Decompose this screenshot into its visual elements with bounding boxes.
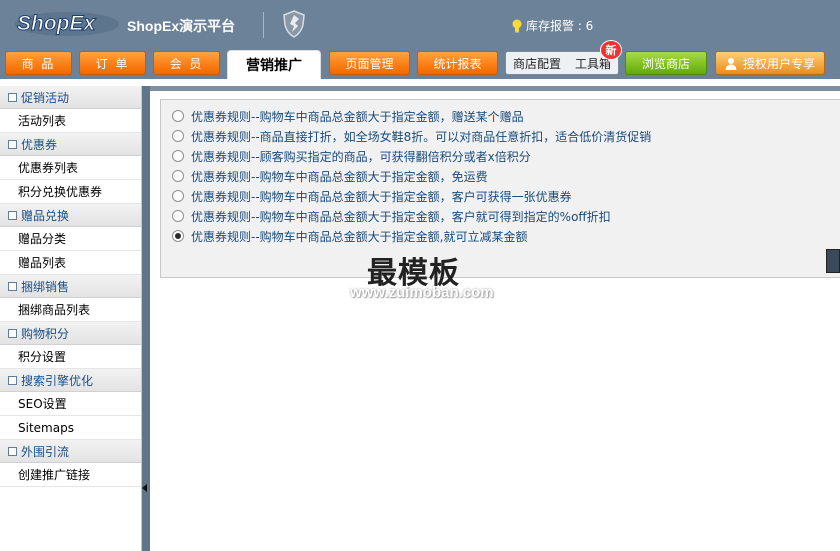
collapse-box-icon: [8, 92, 17, 102]
sidebar-group[interactable]: 赠品兑换: [0, 204, 141, 227]
sidebar-item[interactable]: 创建推广链接: [0, 463, 141, 487]
shield-icon[interactable]: [282, 10, 306, 38]
coupon-rule-option[interactable]: 优惠券规则--购物车中商品总金额大于指定金额,就可立减某金额: [172, 227, 527, 245]
tab-store-config[interactable]: 商店配置: [513, 55, 561, 72]
sidebar-group[interactable]: 购物积分: [0, 322, 141, 345]
user-icon: [725, 57, 737, 70]
sidebar-group-title: 外围引流: [21, 444, 70, 459]
collapse-box-icon: [8, 281, 17, 291]
coupon-rule-option[interactable]: 优惠券规则--顾客购买指定的商品，可获得翻倍积分或者x倍积分: [172, 147, 531, 165]
radio-button[interactable]: [172, 130, 184, 142]
sidebar-item[interactable]: 积分设置: [0, 345, 141, 369]
new-badge: 新: [600, 40, 622, 60]
tab-authorized-users-label: 授权用户专享: [742, 56, 815, 71]
lightbulb-icon: [512, 19, 522, 32]
collapse-box-icon: [8, 139, 17, 149]
sidebar-group[interactable]: 捆绑销售: [0, 275, 141, 298]
sidebar-splitter[interactable]: [142, 86, 150, 551]
header-divider: [263, 12, 264, 38]
sidebar-group[interactable]: 外围引流: [0, 440, 141, 463]
tab-page-management[interactable]: 页面管理: [329, 51, 410, 75]
sidebar-item[interactable]: Sitemaps: [0, 416, 141, 440]
collapse-box-icon: [8, 446, 17, 456]
coupon-rule-label: 优惠券规则--顾客购买指定的商品，可获得翻倍积分或者x倍积分: [191, 149, 531, 164]
tab-orders[interactable]: 订 单: [79, 51, 146, 75]
platform-title: ShopEx演示平台: [127, 18, 236, 34]
collapse-box-icon: [8, 210, 17, 220]
tab-members[interactable]: 会 员: [153, 51, 220, 75]
coupon-rule-option[interactable]: 优惠券规则--购物车中商品总金额大于指定金额，赠送某个赠品: [172, 107, 524, 125]
tab-marketing[interactable]: 营销推广: [227, 50, 321, 79]
sidebar-group[interactable]: 促销活动: [0, 86, 141, 109]
collapse-box-icon: [8, 328, 17, 338]
collapse-box-icon: [8, 375, 17, 385]
sidebar-group-title: 购物积分: [21, 326, 70, 341]
stock-alert[interactable]: 库存报警 : 6: [511, 17, 593, 34]
stock-alert-text: 库存报警 : 6: [526, 19, 594, 33]
sidebar-group[interactable]: 搜索引擎优化: [0, 369, 141, 392]
coupon-rule-option[interactable]: 优惠券规则--商品直接打折，如全场女鞋8折。可以对商品任意折扣，适合低价清货促销: [172, 127, 651, 145]
coupon-rule-label: 优惠券规则--购物车中商品总金额大于指定金额，免运费: [191, 169, 488, 184]
sidebar-group[interactable]: 优惠券: [0, 133, 141, 156]
shopex-logo[interactable]: ShopEx: [14, 8, 120, 38]
coupon-rule-option[interactable]: 优惠券规则--购物车中商品总金额大于指定金额，免运费: [172, 167, 488, 185]
svg-text:ShopEx: ShopEx: [17, 12, 96, 35]
sidebar: 促销活动活动列表优惠券优惠券列表 积分兑换优惠券赠品兑换赠品分类 赠品列表捆绑销售捆…: [0, 86, 142, 551]
sidebar-group-title: 搜索引擎优化: [21, 373, 94, 388]
coupon-rule-option[interactable]: 优惠券规则--购物车中商品总金额大于指定金额，客户可获得一张优惠券: [172, 187, 572, 205]
coupon-rule-label: 优惠券规则--购物车中商品总金额大于指定金额，赠送某个赠品: [191, 109, 524, 124]
sidebar-item[interactable]: 赠品分类: [0, 227, 141, 251]
radio-button[interactable]: [172, 190, 184, 202]
coupon-rule-label: 优惠券规则--购物车中商品总金额大于指定金额，客户就可得到指定的%off折扣: [191, 209, 611, 224]
sidebar-item[interactable]: 积分兑换优惠券: [0, 180, 141, 204]
sidebar-item[interactable]: 优惠券列表: [0, 156, 141, 180]
coupon-rule-option[interactable]: 优惠券规则--购物车中商品总金额大于指定金额，客户就可得到指定的%off折扣: [172, 207, 611, 225]
sidebar-group-title: 促销活动: [21, 90, 70, 105]
sidebar-group-title: 优惠券: [21, 137, 58, 152]
tab-goods[interactable]: 商 品: [5, 51, 72, 75]
watermark-url: www.zuimoban.com: [350, 284, 494, 301]
radio-button[interactable]: [172, 210, 184, 222]
main-top-strip: [150, 86, 840, 91]
tab-statistics[interactable]: 统计报表: [417, 51, 498, 75]
sidebar-group-title: 捆绑销售: [21, 279, 70, 294]
next-button[interactable]: [826, 249, 840, 273]
sidebar-item[interactable]: 捆绑商品列表: [0, 298, 141, 322]
sidebar-item[interactable]: SEO设置: [0, 392, 141, 416]
coupon-rule-options-panel: 优惠券规则--购物车中商品总金额大于指定金额，赠送某个赠品优惠券规则--商品直接…: [160, 99, 840, 278]
sidebar-item[interactable]: 活动列表: [0, 109, 141, 133]
radio-button[interactable]: [172, 110, 184, 122]
radio-button[interactable]: [172, 150, 184, 162]
collapse-arrow-icon[interactable]: [142, 484, 147, 492]
radio-button[interactable]: [172, 170, 184, 182]
coupon-rule-label: 优惠券规则--购物车中商品总金额大于指定金额，客户可获得一张优惠券: [191, 189, 572, 204]
coupon-rule-label: 优惠券规则--购物车中商品总金额大于指定金额,就可立减某金额: [191, 229, 528, 244]
tab-browse-store[interactable]: 浏览商店: [625, 51, 707, 75]
coupon-rule-label: 优惠券规则--商品直接打折，如全场女鞋8折。可以对商品任意折扣，适合低价清货促销: [191, 129, 652, 144]
radio-button[interactable]: [172, 230, 184, 242]
sidebar-item[interactable]: 赠品列表: [0, 251, 141, 275]
sidebar-group-title: 赠品兑换: [21, 208, 70, 223]
tab-authorized-users[interactable]: 授权用户专享: [715, 51, 825, 75]
